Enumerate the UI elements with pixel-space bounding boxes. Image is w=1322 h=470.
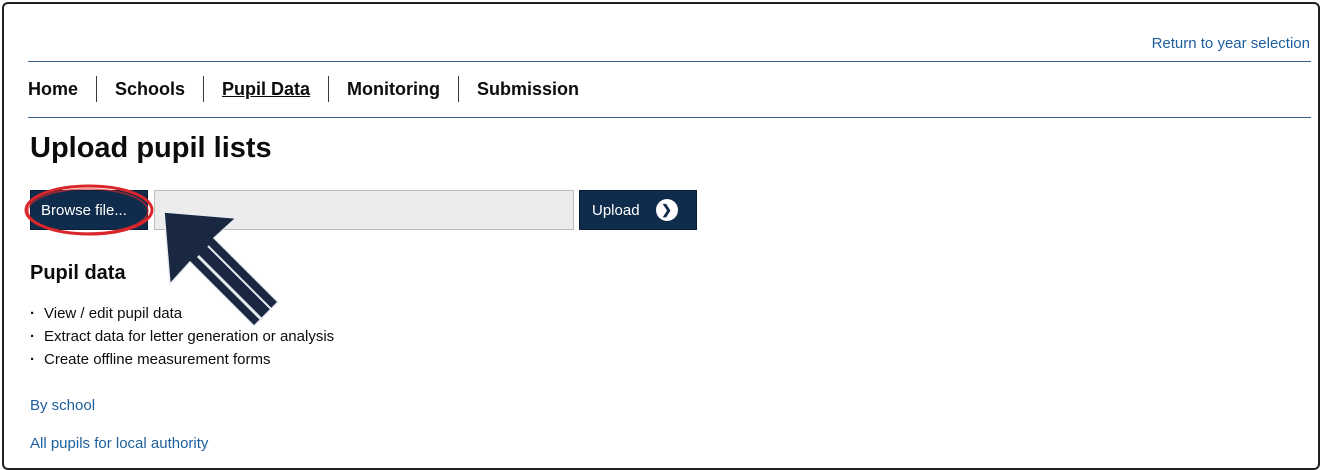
nav-home[interactable]: Home: [28, 79, 78, 100]
upload-button[interactable]: Upload ❯: [579, 190, 697, 230]
all-pupils-link[interactable]: All pupils for local authority: [30, 435, 208, 452]
nav-separator: [328, 76, 330, 102]
nav-submission[interactable]: Submission: [477, 79, 579, 100]
page-frame: Return to year selection Home Schools Pu…: [2, 2, 1320, 470]
chevron-right-circle-icon: ❯: [655, 199, 678, 221]
nav-monitoring[interactable]: Monitoring: [347, 79, 440, 100]
list-item-text: Create offline measurement forms: [44, 351, 271, 368]
upload-button-label: Upload: [592, 201, 640, 219]
list-item: · View / edit pupil data: [30, 305, 183, 322]
highlight-ellipse: [24, 184, 154, 236]
nav-separator: [458, 76, 460, 102]
list-item: · Extract data for letter generation or a…: [30, 328, 335, 345]
header-divider: [28, 61, 1311, 62]
nav-divider: [28, 117, 1311, 118]
list-item-text: View / edit pupil data: [44, 305, 183, 322]
return-to-year-selection-link[interactable]: Return to year selection: [1152, 35, 1310, 52]
nav-separator: [96, 76, 98, 102]
pupil-data-list: · View / edit pupil data · Extract data fo…: [30, 302, 334, 371]
list-item-text: Extract data for letter generation or an…: [44, 328, 335, 345]
nav-separator: [203, 76, 205, 102]
section-title-pupil-data: Pupil data: [30, 262, 126, 284]
by-school-link[interactable]: By school: [30, 397, 95, 414]
nav-pupil-data[interactable]: Pupil Data: [222, 79, 310, 100]
list-item: · Create offline measurement forms: [30, 351, 271, 368]
nav-schools[interactable]: Schools: [115, 79, 185, 100]
page-title: Upload pupil lists: [30, 132, 272, 164]
main-nav: Home Schools Pupil Data Monitoring Submi…: [28, 74, 579, 104]
